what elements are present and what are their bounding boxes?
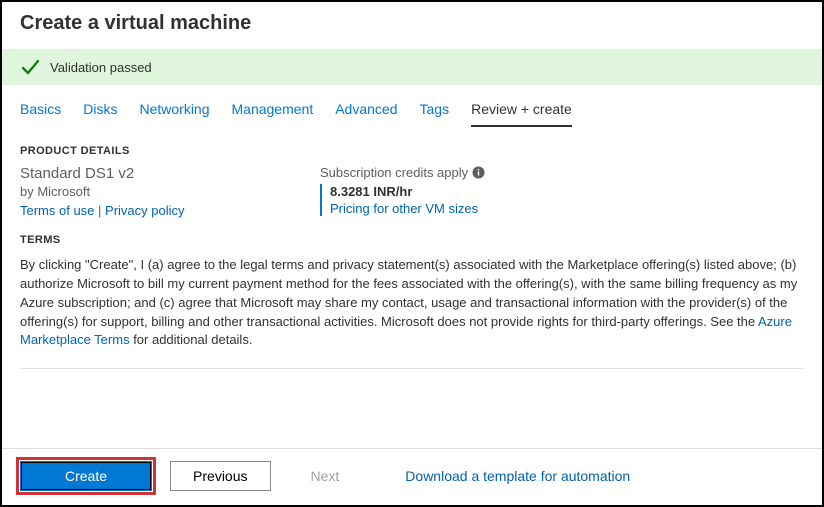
privacy-policy-link[interactable]: Privacy policy <box>105 203 184 218</box>
credits-text: Subscription credits apply <box>320 165 468 180</box>
pricing-link[interactable]: Pricing for other VM sizes <box>330 201 478 216</box>
product-details: Standard DS1 v2 by Microsoft Terms of us… <box>2 165 822 234</box>
footer-bar: Create Previous Next Download a template… <box>2 448 822 505</box>
info-icon[interactable] <box>472 166 485 179</box>
terms-text-a: By clicking "Create", I (a) agree to the… <box>20 257 797 329</box>
check-icon <box>20 57 40 77</box>
tab-networking[interactable]: Networking <box>139 101 209 127</box>
validation-bar: Validation passed <box>2 49 822 85</box>
create-button[interactable]: Create <box>20 461 152 491</box>
price-value: 8.3281 INR/hr <box>330 184 485 199</box>
product-publisher: by Microsoft <box>20 184 260 199</box>
download-template-link[interactable]: Download a template for automation <box>405 468 630 484</box>
tab-advanced[interactable]: Advanced <box>335 101 397 127</box>
terms-of-use-link[interactable]: Terms of use <box>20 203 94 218</box>
validation-message: Validation passed <box>50 60 152 75</box>
divider <box>20 368 804 369</box>
terms-label: TERMS <box>2 234 822 254</box>
product-details-label: PRODUCT DETAILS <box>2 145 822 165</box>
tab-management[interactable]: Management <box>232 101 314 127</box>
tab-review-create[interactable]: Review + create <box>471 101 572 127</box>
link-separator: | <box>94 203 105 218</box>
terms-body: By clicking "Create", I (a) agree to the… <box>2 254 822 350</box>
product-name: Standard DS1 v2 <box>20 165 260 182</box>
next-button: Next <box>289 461 362 491</box>
tab-tags[interactable]: Tags <box>420 101 450 127</box>
tab-basics[interactable]: Basics <box>20 101 61 127</box>
terms-text-b: for additional details. <box>130 332 253 347</box>
page-title: Create a virtual machine <box>2 2 822 49</box>
tabs: Basics Disks Networking Management Advan… <box>2 85 822 127</box>
previous-button[interactable]: Previous <box>170 461 270 491</box>
tab-disks[interactable]: Disks <box>83 101 117 127</box>
